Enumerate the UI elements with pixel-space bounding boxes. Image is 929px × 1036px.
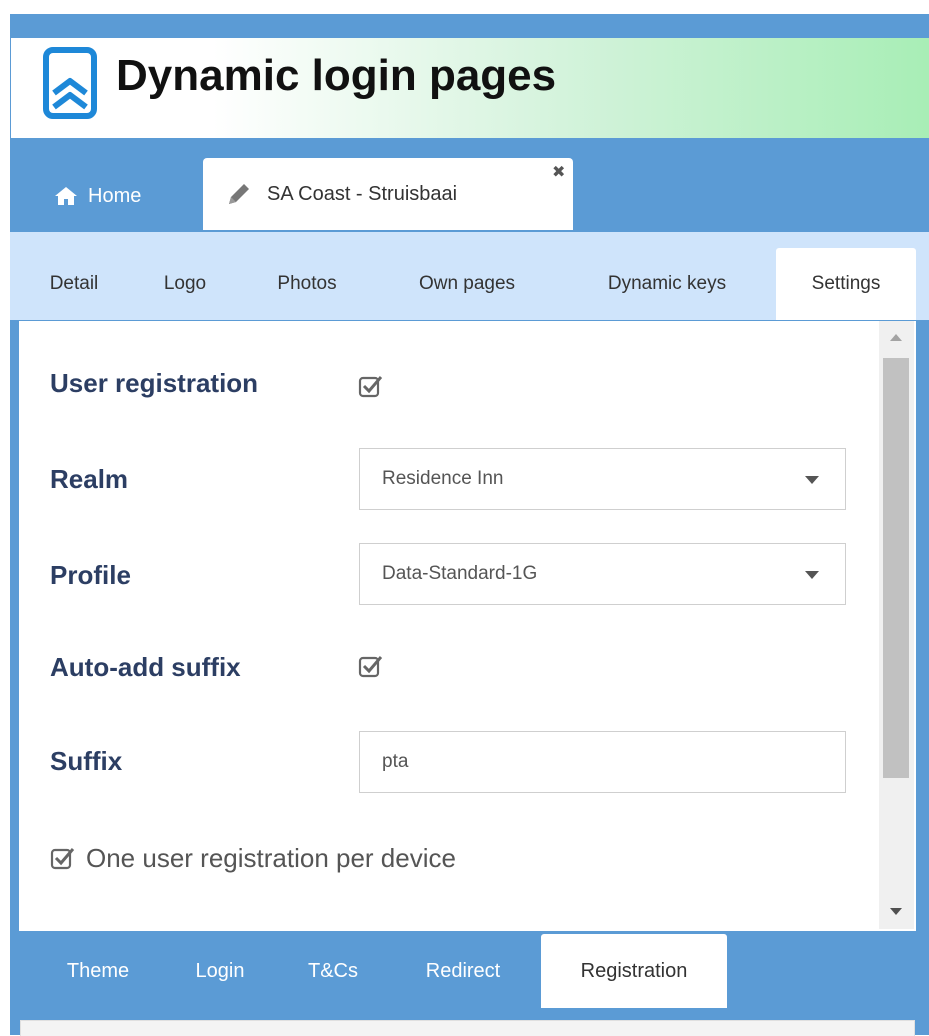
one-per-device-checkbox[interactable] bbox=[50, 845, 76, 871]
caret-down-icon bbox=[805, 571, 819, 579]
tab-dynamic-keys[interactable]: Dynamic keys bbox=[568, 248, 766, 320]
tab-redirect[interactable]: Redirect bbox=[396, 934, 530, 1008]
pencil-icon bbox=[229, 184, 249, 204]
app-title: Dynamic login pages bbox=[116, 51, 557, 100]
open-tab-label-row[interactable]: SA Coast - Struisbaai bbox=[225, 176, 457, 212]
bookmark-logo-icon bbox=[43, 47, 97, 119]
tab-tcs[interactable]: T&Cs bbox=[288, 934, 378, 1008]
suffix-value: pta bbox=[382, 751, 409, 772]
tab-detail[interactable]: Detail bbox=[24, 248, 124, 320]
open-tab-label: SA Coast - Struisbaai bbox=[267, 182, 458, 205]
profile-value: Data-Standard-1G bbox=[382, 563, 538, 584]
profile-label: Profile bbox=[50, 560, 131, 590]
home-link[interactable]: Home bbox=[54, 178, 141, 214]
auto-add-suffix-label: Auto-add suffix bbox=[50, 652, 241, 682]
scroll-down-arrow-icon[interactable] bbox=[890, 908, 902, 915]
tab-login[interactable]: Login bbox=[172, 934, 268, 1008]
realm-label: Realm bbox=[50, 464, 129, 494]
realm-select[interactable]: Residence Inn bbox=[359, 448, 846, 510]
profile-select[interactable]: Data-Standard-1G bbox=[359, 543, 846, 605]
tab-photos[interactable]: Photos bbox=[250, 248, 364, 320]
suffix-input[interactable]: pta bbox=[359, 731, 846, 793]
scrollbar-thumb[interactable] bbox=[883, 358, 909, 778]
close-icon[interactable]: ✖ bbox=[552, 162, 565, 182]
one-per-device-row[interactable]: One user registration per device bbox=[50, 838, 456, 878]
caret-down-icon bbox=[805, 476, 819, 484]
tab-logo[interactable]: Logo bbox=[138, 248, 232, 320]
tab-own-pages[interactable]: Own pages bbox=[384, 248, 550, 320]
auto-add-suffix-checkbox[interactable] bbox=[358, 653, 384, 679]
home-icon bbox=[55, 187, 77, 205]
registration-panel bbox=[20, 1020, 915, 1036]
tab-settings[interactable]: Settings bbox=[776, 248, 916, 320]
user-registration-label: User registration bbox=[50, 368, 259, 398]
realm-value: Residence Inn bbox=[382, 468, 504, 489]
tab-theme[interactable]: Theme bbox=[40, 934, 156, 1008]
home-label: Home bbox=[88, 184, 142, 207]
suffix-label: Suffix bbox=[50, 746, 123, 776]
tab-registration[interactable]: Registration bbox=[541, 934, 727, 1008]
scroll-up-arrow-icon[interactable] bbox=[890, 334, 902, 341]
user-registration-checkbox[interactable] bbox=[358, 373, 384, 399]
one-per-device-label: One user registration per device bbox=[86, 842, 456, 873]
